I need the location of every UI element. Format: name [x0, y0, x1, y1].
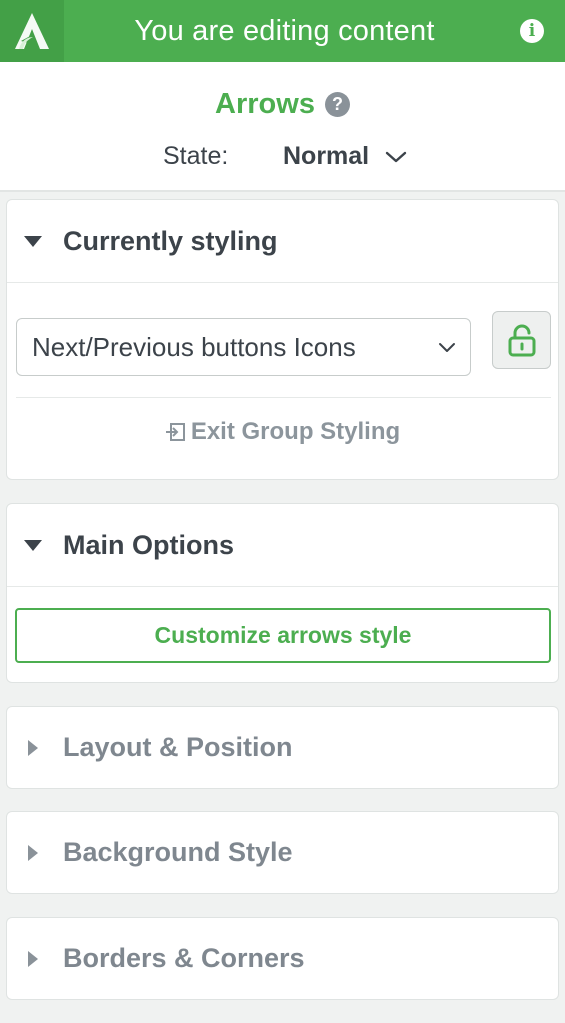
exit-group-styling-link[interactable]: Exit Group Styling: [7, 418, 558, 446]
main-options-panel: Main Options Customize arrows style: [6, 503, 559, 683]
state-row: State: Normal: [163, 142, 407, 171]
section-title: Background Style: [63, 837, 293, 867]
state-dropdown[interactable]: Normal: [283, 142, 407, 171]
caret-down-icon: [23, 539, 43, 551]
lock-toggle-button[interactable]: [492, 311, 551, 369]
element-header: Arrows ? State: Normal: [0, 62, 565, 192]
oxygen-logo-icon: [15, 13, 49, 49]
exit-icon: [165, 423, 185, 441]
info-button[interactable]: i: [499, 0, 565, 62]
styling-target-select[interactable]: Next/Previous buttons Icons: [16, 318, 471, 376]
caret-down-icon: [23, 235, 43, 247]
section-header[interactable]: Borders & Corners: [7, 918, 558, 999]
unlocked-padlock-icon: [508, 324, 535, 357]
caret-right-icon: [23, 950, 43, 967]
element-title-row: Arrows ?: [0, 88, 565, 121]
panel-divider: [7, 586, 558, 587]
currently-styling-header[interactable]: Currently styling: [7, 200, 558, 282]
currently-styling-panel: Currently styling Next/Previous buttons …: [6, 199, 559, 480]
app-logo[interactable]: [0, 0, 64, 62]
main-options-header[interactable]: Main Options: [7, 504, 558, 586]
panel-divider: [7, 282, 558, 283]
currently-styling-title: Currently styling: [63, 225, 278, 256]
section-layout-position[interactable]: Layout & Position: [6, 706, 559, 789]
editor-top-bar: You are editing content i: [0, 0, 565, 62]
section-borders-corners[interactable]: Borders & Corners: [6, 917, 559, 1000]
state-value: Normal: [283, 142, 370, 170]
styling-target-value: Next/Previous buttons Icons: [32, 331, 356, 362]
state-label: State:: [163, 142, 229, 170]
panel-inner-divider: [16, 397, 551, 398]
caret-right-icon: [23, 739, 43, 756]
section-background-style[interactable]: Background Style: [6, 811, 559, 894]
section-header[interactable]: Background Style: [7, 812, 558, 893]
section-header[interactable]: Layout & Position: [7, 707, 558, 788]
section-title: Borders & Corners: [63, 943, 305, 973]
info-icon: i: [520, 19, 544, 43]
help-icon[interactable]: ?: [324, 92, 350, 117]
customize-arrows-style-button[interactable]: Customize arrows style: [15, 608, 551, 663]
element-title: Arrows: [215, 88, 315, 120]
chevron-down-icon: [439, 342, 455, 352]
caret-right-icon: [23, 844, 43, 861]
editing-banner-title: You are editing content: [134, 14, 435, 47]
section-title: Layout & Position: [63, 732, 293, 762]
exit-group-styling-label: Exit Group Styling: [190, 418, 401, 445]
chevron-down-icon: [385, 151, 407, 162]
main-options-title: Main Options: [63, 529, 234, 560]
